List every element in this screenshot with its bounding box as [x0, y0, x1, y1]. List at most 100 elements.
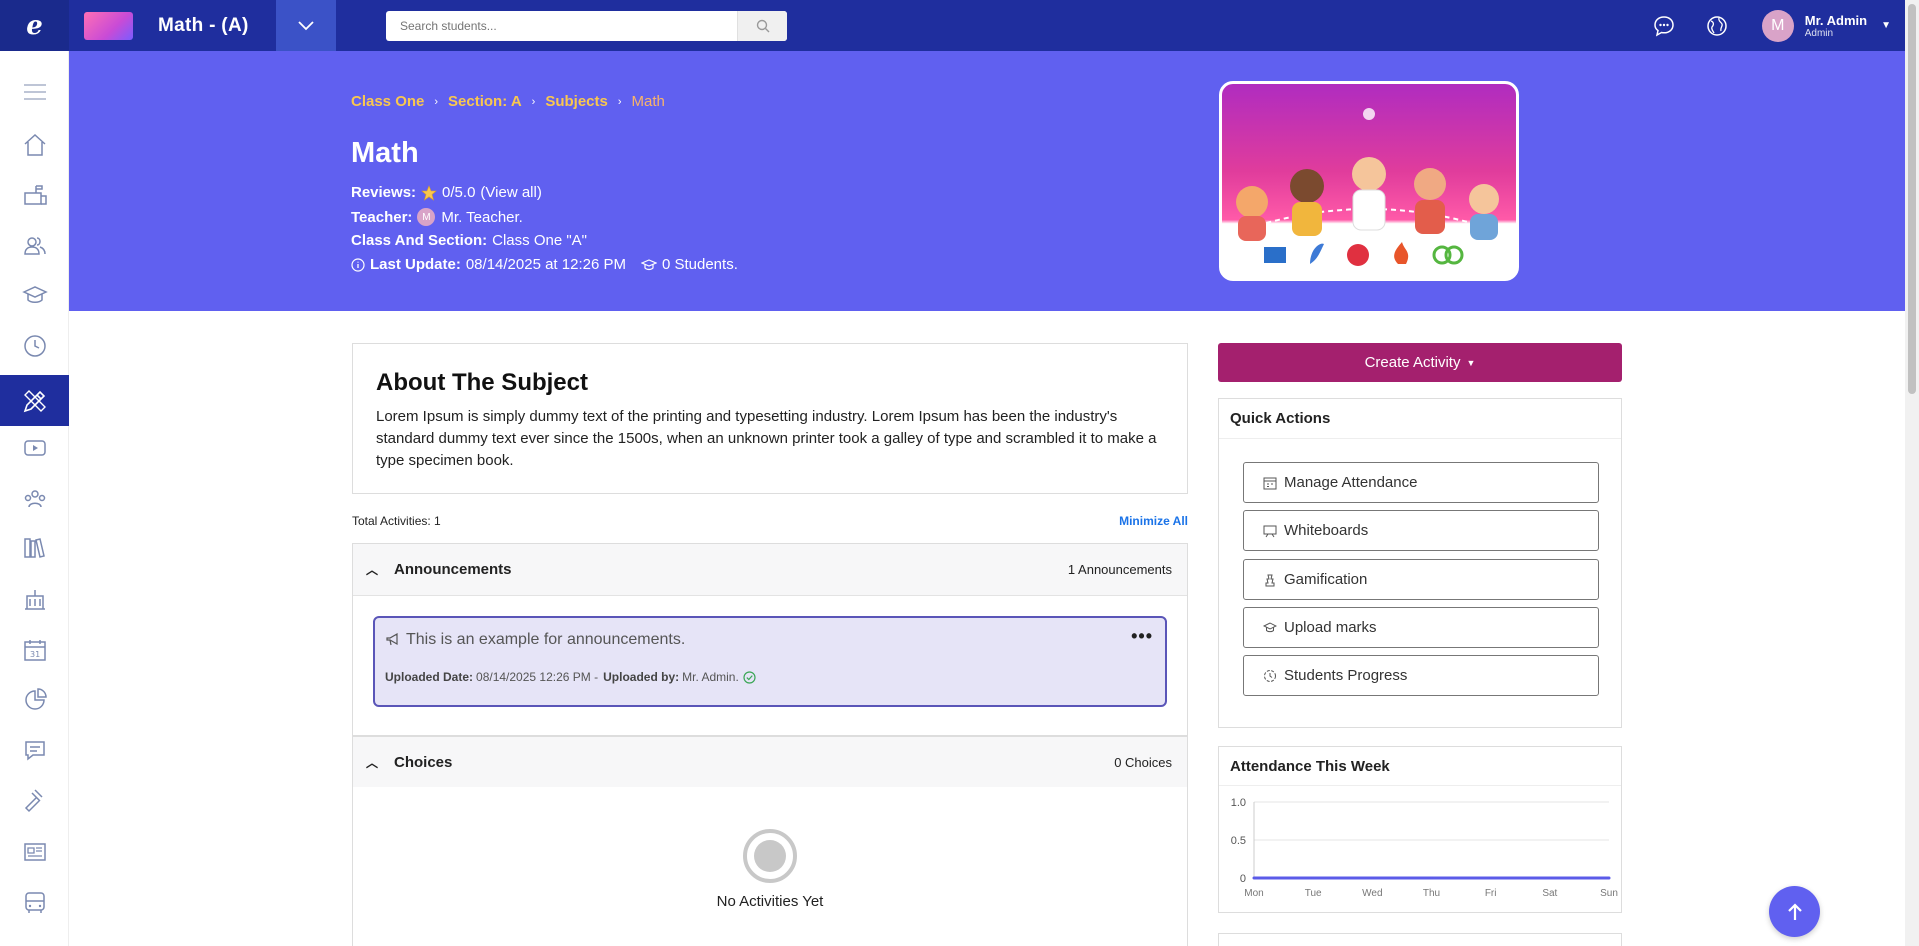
class-switcher-button[interactable]: [276, 0, 336, 51]
sidebar-item-menu[interactable]: [0, 67, 69, 117]
newspaper-icon: [23, 843, 46, 861]
announcements-header[interactable]: ︿ Announcements 1 Announcements: [353, 544, 1187, 596]
students-progress-button[interactable]: Students Progress: [1243, 655, 1599, 696]
chevron-down-icon[interactable]: ▼: [1881, 20, 1891, 31]
empty-state-icon: [743, 829, 797, 883]
minimize-all-link[interactable]: Minimize All: [1119, 514, 1188, 528]
info-icon: [351, 257, 365, 272]
breadcrumb: Class One › Section: A › Subjects › Math: [351, 93, 665, 110]
manage-attendance-button[interactable]: Manage Attendance: [1243, 462, 1599, 503]
progress-icon: [1263, 669, 1277, 683]
pencil-ruler-icon: [23, 389, 46, 412]
whiteboards-label: Whiteboards: [1284, 522, 1369, 539]
create-activity-label: Create Activity: [1364, 354, 1461, 371]
scrollbar-thumb[interactable]: [1908, 4, 1916, 394]
messages-button[interactable]: [1651, 13, 1677, 39]
svg-text:31: 31: [30, 650, 40, 659]
choices-panel: ︿ Choices 0 Choices: [352, 736, 1188, 788]
search-input[interactable]: [386, 10, 737, 41]
user-role: Admin: [1804, 27, 1834, 39]
menu-icon: [23, 84, 46, 100]
sidebar-item-users[interactable]: [0, 221, 69, 271]
graduation-cap-icon: [1263, 621, 1277, 635]
sidebar-item-discipline[interactable]: [0, 777, 69, 827]
top-bar: e Math - (A) M Mr. Admin Admin ▼: [0, 0, 1905, 51]
manage-attendance-label: Manage Attendance: [1284, 474, 1418, 491]
check-circle-icon: [743, 670, 756, 684]
sidebar-item-library[interactable]: [0, 523, 69, 573]
scroll-to-top-button[interactable]: [1769, 886, 1820, 937]
y-tick-label: 0: [1240, 873, 1246, 885]
chevron-up-icon: ︿: [366, 756, 379, 770]
home-icon: [23, 133, 46, 156]
sidebar-item-videos[interactable]: [0, 423, 69, 473]
sidebar-item-transport[interactable]: [0, 878, 69, 928]
chess-icon: [1263, 573, 1277, 587]
about-subject-card: About The Subject Lorem Ipsum is simply …: [352, 343, 1188, 494]
app-logo[interactable]: e: [0, 0, 69, 51]
search-button[interactable]: [737, 10, 787, 41]
announcement-message: This is an example for announcements.: [406, 631, 686, 648]
last-update-label: Last Update:: [370, 256, 461, 273]
sidebar-item-news[interactable]: [0, 827, 69, 877]
page-scrollbar[interactable]: [1905, 0, 1919, 946]
subject-header: Class One › Section: A › Subjects › Math…: [69, 51, 1905, 311]
sidebar-item-reports[interactable]: [0, 675, 69, 725]
sidebar-item-mailbox[interactable]: [0, 171, 69, 221]
about-subject-title: About The Subject: [376, 369, 588, 396]
total-activities: Total Activities: 1: [352, 514, 441, 528]
attendance-card: Attendance This Week 1.0 0.5 0 Mon Tue Wed Thu…: [1218, 746, 1622, 913]
more-options-icon[interactable]: •••: [1131, 626, 1153, 647]
y-tick-label: 1.0: [1231, 797, 1246, 809]
sidebar-item-schedule[interactable]: [0, 321, 69, 371]
upload-marks-button[interactable]: Upload marks: [1243, 607, 1599, 648]
create-activity-button[interactable]: Create Activity ▼: [1218, 343, 1622, 382]
breadcrumb-separator: ›: [617, 95, 622, 108]
upload-marks-label: Upload marks: [1284, 619, 1377, 636]
star-icon: [421, 184, 437, 201]
sidebar-item-messages[interactable]: [0, 726, 69, 776]
library-icon: [23, 538, 45, 558]
announcement-card[interactable]: This is an example for announcements. ••…: [373, 616, 1167, 707]
language-button[interactable]: [1704, 13, 1730, 39]
quick-actions-card: Quick Actions Manage Attendance Whiteboa…: [1218, 398, 1622, 728]
reviews-value: 0/5.0: [442, 184, 476, 201]
breadcrumb-class[interactable]: Class One: [351, 93, 424, 110]
subject-cover-illustration: [1231, 108, 1507, 266]
avatar[interactable]: M: [1761, 9, 1794, 42]
breadcrumb-section[interactable]: Section: A: [448, 93, 522, 110]
teacher-name[interactable]: Mr. Teacher.: [441, 209, 522, 226]
sidebar-item-subjects[interactable]: [0, 375, 69, 426]
breadcrumb-subjects[interactable]: Subjects: [545, 93, 608, 110]
gamification-button[interactable]: Gamification: [1243, 559, 1599, 600]
announcement-meta: Uploaded Date: 08/14/2025 12:26 PM - Upl…: [385, 670, 756, 684]
chevron-up-icon: ︿: [366, 563, 379, 577]
data-point: [1311, 876, 1315, 880]
teacher-label: Teacher:: [351, 208, 413, 226]
class-title: Math - (A): [158, 14, 249, 36]
globe-icon: [1706, 15, 1727, 36]
user-menu[interactable]: Mr. Admin Admin: [1805, 13, 1867, 39]
clock-icon: [23, 335, 46, 357]
y-tick-label: 0.5: [1231, 835, 1246, 847]
sidebar-item-home[interactable]: [0, 120, 69, 170]
sidebar-item-institution[interactable]: [0, 575, 69, 625]
sidebar-item-groups[interactable]: [0, 473, 69, 523]
chat-bubble-icon: [1653, 15, 1674, 36]
choices-title: Choices: [394, 754, 453, 771]
view-all-reviews-link[interactable]: (View all): [480, 184, 541, 201]
last-update-row: Last Update: 08/14/2025 at 12:26 PM 0 St…: [351, 256, 738, 273]
choices-header[interactable]: ︿ Choices 0 Choices: [353, 737, 1187, 788]
class-section-label: Class And Section:: [351, 232, 488, 249]
whiteboard-icon: [1263, 524, 1277, 538]
data-point: [1548, 876, 1552, 880]
whiteboards-button[interactable]: Whiteboards: [1243, 510, 1599, 551]
uploaded-date-label: Uploaded Date:: [385, 670, 474, 684]
sidebar-item-calendar[interactable]: 31: [0, 625, 69, 675]
last-update-value: 08/14/2025 at 12:26 PM: [465, 256, 626, 273]
empty-state-text: No Activities Yet: [716, 893, 824, 910]
video-icon: [23, 440, 46, 456]
search-box: [386, 10, 787, 41]
quick-actions-title: Quick Actions: [1219, 399, 1621, 439]
sidebar-item-students[interactable]: [0, 271, 69, 321]
